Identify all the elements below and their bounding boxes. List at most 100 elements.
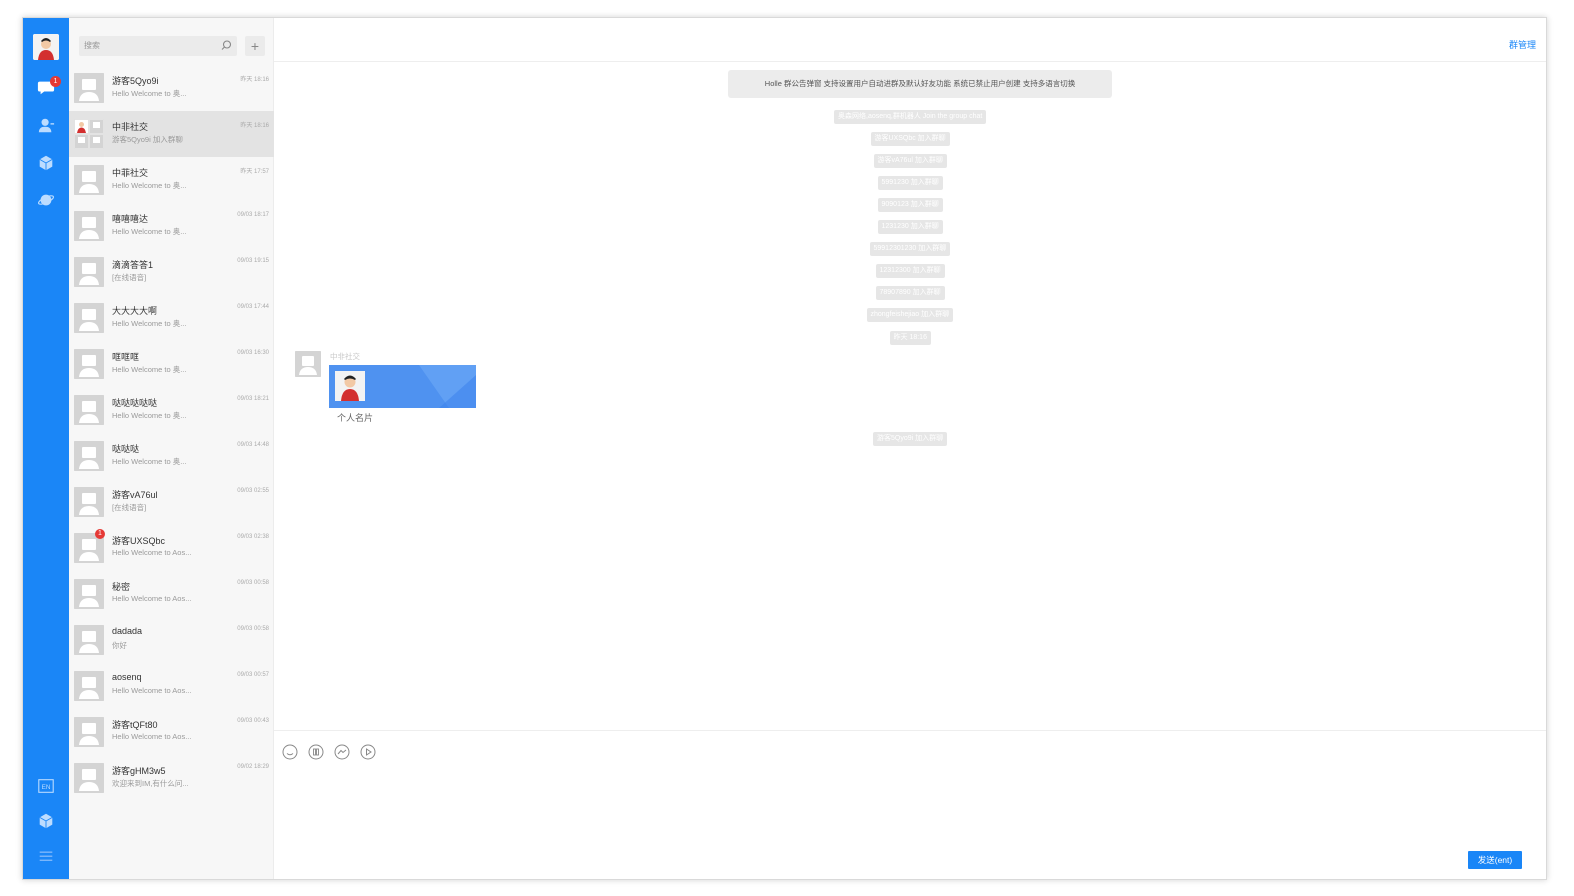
avatar: [74, 73, 104, 103]
group-notice: Holle 群公告弹窗 支持设置用户自动进群及默认好友功能 系统已禁止用户创建 …: [728, 70, 1112, 98]
conversation-preview: Hello Welcome to 奥...: [112, 319, 187, 328]
conversation-name: aosenq: [112, 672, 142, 682]
system-message: 游客UXSQbc 加入群聊: [870, 132, 950, 146]
group-admin-link[interactable]: 群管理: [1509, 38, 1536, 51]
avatar: [74, 763, 104, 793]
system-message: 游客5Qyo9i 加入群聊: [873, 432, 948, 446]
conversation-item[interactable]: 哒哒哒 Hello Welcome to 奥... 09/03 14:48: [69, 433, 274, 479]
conversation-preview: Hello Welcome to 奥...: [112, 365, 187, 374]
conversation-time: 09/03 18:21: [237, 396, 269, 402]
contact-card-message[interactable]: [329, 365, 476, 408]
conversation-preview: Hello Welcome to Aos...: [112, 594, 192, 603]
conversation-time: 09/03 00:57: [237, 672, 269, 678]
avatar: [74, 303, 104, 333]
conversation-preview: Hello Welcome to 奥...: [112, 181, 187, 190]
conversation-preview: 游客5Qyo9i 加入群聊: [112, 135, 183, 144]
conversation-item[interactable]: 嘻嘻嘻达 Hello Welcome to 奥... 09/03 18:17: [69, 203, 274, 249]
my-avatar[interactable]: [33, 34, 59, 60]
conversation-item[interactable]: 大大大大啊 Hello Welcome to 奥... 09/03 17:44: [69, 295, 274, 341]
conversation-item[interactable]: 哒哒哒哒哒 Hello Welcome to 奥... 09/03 18:21: [69, 387, 274, 433]
conversation-preview: Hello Welcome to Aos...: [112, 732, 192, 741]
conversation-list: 搜索 + 游客5Qyo9i Hello Welcome to 奥... 昨天 18:…: [69, 18, 274, 879]
contacts-icon[interactable]: [36, 115, 56, 135]
avatar: [74, 579, 104, 609]
conversation-time: 09/03 02:55: [237, 488, 269, 494]
avatar: [74, 211, 104, 241]
unread-badge: 1: [95, 529, 105, 539]
conversation-item[interactable]: 游客tQFt80 Hello Welcome to Aos... 09/03 00:…: [69, 709, 274, 755]
conversation-name: 哒哒哒哒哒: [112, 398, 158, 408]
conversation-name: 游客5Qyo9i: [112, 76, 159, 86]
system-message: 12312300 加入群聊: [875, 264, 945, 278]
image-icon[interactable]: [334, 744, 350, 760]
conversation-item[interactable]: 中菲社交 Hello Welcome to 奥... 昨天 17:57: [69, 157, 274, 203]
avatar: [74, 257, 104, 287]
conversation-time: 09/03 19:15: [237, 258, 269, 264]
conversation-time: 09/03 18:17: [237, 212, 269, 218]
emoji-icon[interactable]: [282, 744, 298, 760]
conversation-item[interactable]: 游客gHM3w5 欢迎来到IM,有什么问... 09/02 18:29: [69, 755, 274, 801]
conversation-item[interactable]: 游客vA76ul [在线语音] 09/03 02:55: [69, 479, 274, 525]
avatar: [74, 487, 104, 517]
conversation-time: 09/03 00:58: [237, 580, 269, 586]
sender-avatar[interactable]: [295, 351, 321, 377]
conversation-preview: Hello Welcome to 奥...: [112, 411, 187, 420]
conversation-preview: Hello Welcome to 奥...: [112, 457, 187, 466]
conversation-preview: Hello Welcome to 奥...: [112, 227, 187, 236]
conversation-time: 09/03 02:38: [237, 534, 269, 540]
conversation-preview: [在线语音]: [112, 503, 147, 512]
conversation-item[interactable]: 秘密 Hello Welcome to Aos... 09/03 00:58: [69, 571, 274, 617]
cube-icon[interactable]: [36, 811, 56, 831]
planet-icon[interactable]: [36, 190, 56, 210]
conversation-item[interactable]: aosenq Hello Welcome to Aos... 09/03 00:57: [69, 663, 274, 709]
conversation-preview: Hello Welcome to 奥...: [112, 89, 187, 98]
group-avatar: [74, 119, 104, 149]
avatar: [74, 441, 104, 471]
conversation-time: 昨天 18:16: [240, 77, 269, 83]
search-input[interactable]: 搜索: [79, 36, 237, 56]
conversation-item[interactable]: 哐哐哐 Hello Welcome to 奥... 09/03 16:30: [69, 341, 274, 387]
conversation-name: 哒哒哒: [112, 444, 140, 454]
conversation-item[interactable]: dadada 你好 09/03 00:58: [69, 617, 274, 663]
video-icon[interactable]: [360, 744, 376, 760]
cube-icon[interactable]: [36, 153, 56, 173]
conversation-time: 昨天 17:57: [240, 169, 269, 175]
system-message: 奥森网络,aosenq,群机器人 Join the group chat: [834, 110, 987, 124]
system-message: 9090123 加入群聊: [877, 198, 943, 212]
conversation-name: 游客gHM3w5: [112, 766, 166, 776]
folder-icon[interactable]: [308, 744, 324, 760]
conversation-preview: Hello Welcome to Aos...: [112, 686, 192, 695]
conversation-item[interactable]: 中非社交 游客5Qyo9i 加入群聊 昨天 18:16: [69, 111, 274, 157]
conversation-time: 09/03 17:44: [237, 304, 269, 310]
conversation-name: 滴滴答答1: [112, 260, 154, 270]
conversation-time: 09/03 00:58: [237, 626, 269, 632]
conversation-time: 09/03 16:30: [237, 350, 269, 356]
menu-icon[interactable]: [36, 846, 56, 866]
system-message: 78907890 加入群聊: [875, 286, 945, 300]
conversation-item[interactable]: 滴滴答答1 [在线语音] 09/03 19:15: [69, 249, 274, 295]
conversation-name: 中非社交: [112, 122, 149, 132]
language-icon[interactable]: EN: [36, 776, 56, 796]
conversation-preview: [在线语音]: [112, 273, 147, 282]
send-button[interactable]: 发送(ent): [1468, 851, 1522, 869]
system-message: 1231230 加入群聊: [877, 220, 943, 234]
avatar: [74, 717, 104, 747]
conversation-item[interactable]: 游客5Qyo9i Hello Welcome to 奥... 昨天 18:16: [69, 65, 274, 111]
avatar: [74, 625, 104, 655]
add-button[interactable]: +: [245, 36, 265, 56]
avatar: [74, 395, 104, 425]
system-message: 5991230 加入群聊: [877, 176, 943, 190]
avatar: [74, 165, 104, 195]
conversation-item[interactable]: 游客UXSQbc Hello Welcome to Aos... 09/03 02:…: [69, 525, 274, 571]
chat-header: 群管理: [274, 18, 1546, 62]
conversation-preview: 你好: [112, 641, 127, 650]
search-icon[interactable]: [220, 39, 233, 52]
conversation-preview: Hello Welcome to Aos...: [112, 548, 192, 557]
avatar: [74, 671, 104, 701]
left-rail: 1 EN: [23, 18, 69, 879]
conversation-time: 09/03 00:43: [237, 718, 269, 724]
card-label: 个人名片: [337, 413, 374, 423]
conversation-name: 游客tQFt80: [112, 720, 158, 730]
conversation-preview: 欢迎来到IM,有什么问...: [112, 779, 189, 788]
conversation-name: 哐哐哐: [112, 352, 140, 362]
